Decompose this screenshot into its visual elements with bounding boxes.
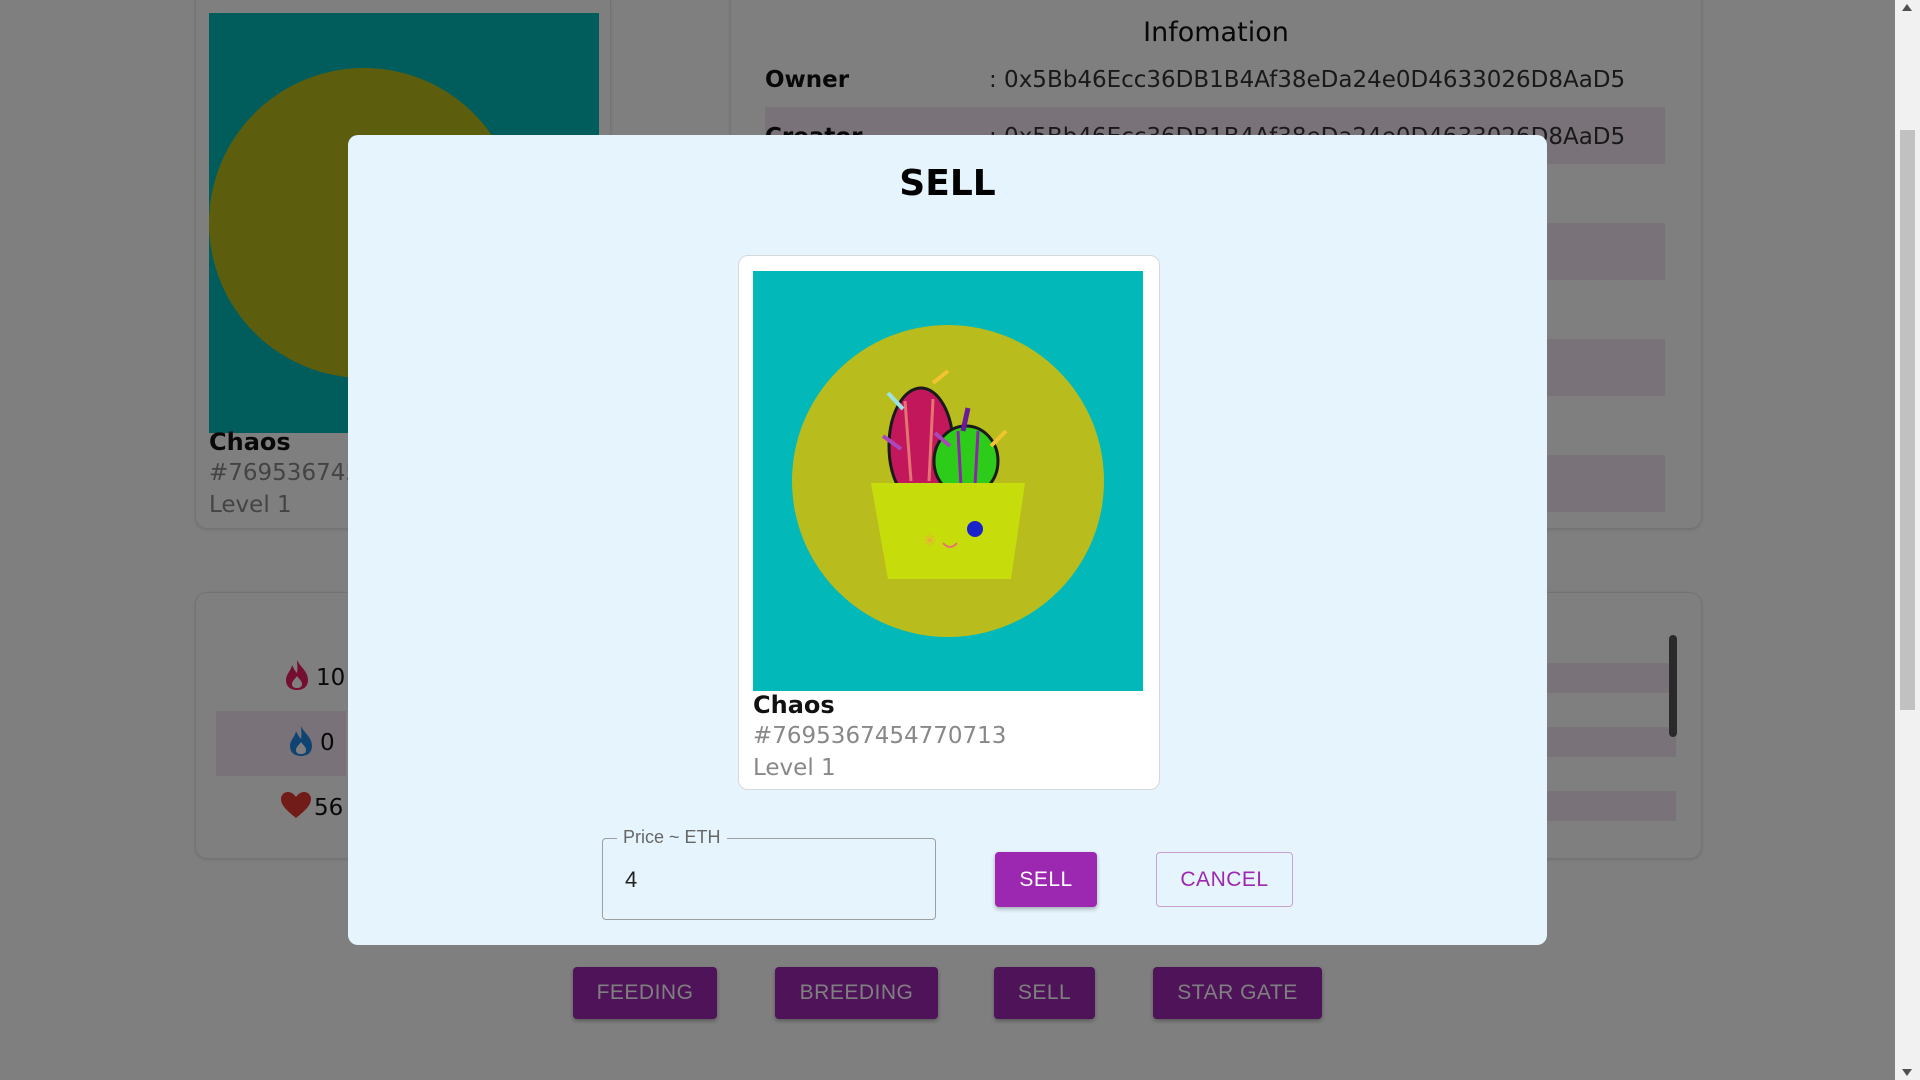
svg-text:✳: ✳ xyxy=(923,531,936,550)
scroll-up-icon[interactable] xyxy=(1902,4,1912,11)
price-label: Price ~ ETH xyxy=(617,827,727,848)
page-scrollbar[interactable] xyxy=(1895,0,1920,1080)
nft-image: ✳ xyxy=(753,271,1143,691)
nft-name: Chaos xyxy=(753,691,835,719)
price-field[interactable]: Price ~ ETH xyxy=(602,827,936,920)
scroll-down-icon[interactable] xyxy=(1902,1069,1912,1076)
cancel-button[interactable]: CANCEL xyxy=(1156,852,1293,907)
confirm-sell-button[interactable]: SELL xyxy=(995,852,1097,907)
sell-dialog: SELL ✳ Chaos #7695367454770713 Level 1 P… xyxy=(348,135,1547,945)
nft-id: #7695367454770713 xyxy=(753,723,1007,749)
nft-level: Level 1 xyxy=(753,755,836,781)
page-background: Chaos #7695367454 Level 1 Infomation Own… xyxy=(0,0,1920,1080)
scrollbar-thumb[interactable] xyxy=(1900,130,1915,710)
price-input[interactable] xyxy=(623,861,917,899)
nft-card: ✳ Chaos #7695367454770713 Level 1 xyxy=(738,255,1160,790)
dialog-title: SELL xyxy=(899,163,996,204)
